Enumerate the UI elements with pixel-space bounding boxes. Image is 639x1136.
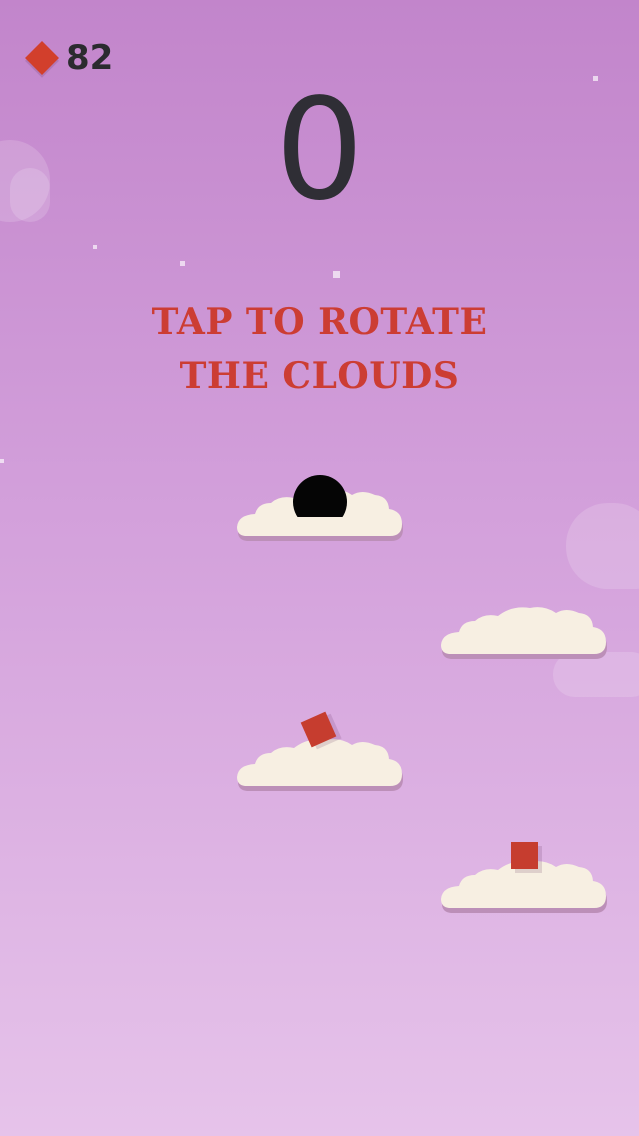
cloud-shape <box>237 739 403 791</box>
cloud-platform[interactable] <box>237 739 405 791</box>
instruction-text: TAP TO ROTATE THE CLOUDS <box>0 295 639 403</box>
score-display: 0 <box>274 69 365 232</box>
cloud-platform[interactable] <box>441 607 609 659</box>
sparkle <box>0 459 4 463</box>
sparkle <box>93 245 97 249</box>
red-diamond-icon <box>25 41 59 75</box>
cloud-foreground-mask <box>289 517 351 533</box>
background-cloud <box>566 503 639 589</box>
red-square-obstacle <box>511 842 538 869</box>
cloud-shape <box>441 607 607 659</box>
instruction-line-2: THE CLOUDS <box>179 355 460 397</box>
instruction-line-1: TAP TO ROTATE <box>151 301 488 343</box>
sparkle <box>333 271 340 278</box>
gem-counter: 82 <box>24 38 113 78</box>
gem-count-value: 82 <box>66 38 114 78</box>
game-stage[interactable]: 82 0 TAP TO ROTATE THE CLOUDS <box>0 0 639 1136</box>
sparkle <box>180 261 185 266</box>
